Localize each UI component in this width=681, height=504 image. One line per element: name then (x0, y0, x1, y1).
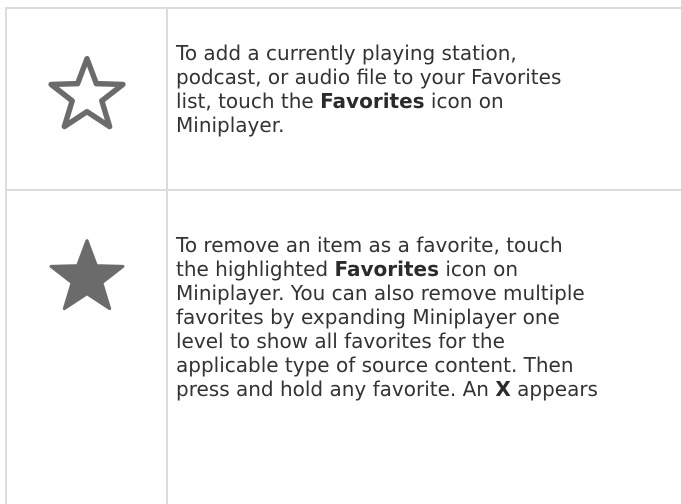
star-filled-icon (49, 239, 125, 311)
text-line: favorites by expanding Miniplayer one (176, 305, 560, 329)
star-outline-icon (48, 55, 126, 130)
icon-cell (7, 191, 167, 504)
text-segment: icon on (424, 89, 504, 113)
table-row: To add a currently playing station, podc… (7, 9, 681, 189)
favorites-table: To add a currently playing station, podc… (0, 0, 681, 504)
favorites-term: Favorites (320, 89, 425, 113)
text-line: podcast, or audio file to your Favorites (176, 65, 562, 89)
description-cell: To remove an item as a favorite, touch t… (176, 233, 681, 401)
text-line: To remove an item as a favorite, touch (176, 233, 563, 257)
text-line: Miniplayer. You can also remove multiple (176, 281, 585, 305)
text-segment: appears (510, 377, 598, 401)
text-line: level to show all favorites for the (176, 329, 505, 353)
text-segment: icon on (438, 257, 519, 281)
text-segment: list, touch the (176, 89, 321, 113)
description-cell: To add a currently playing station, podc… (176, 41, 681, 137)
text-line: Miniplayer. (176, 113, 285, 137)
table-row: To remove an item as a favorite, touch t… (7, 191, 681, 504)
x-term: X (495, 377, 511, 401)
icon-cell (7, 9, 167, 189)
text-segment: press and hold any favorite. An (176, 377, 496, 401)
text-line: press and hold any favorite. An X appear… (176, 377, 681, 401)
text-line: the highlighted Favorites icon on (176, 257, 681, 281)
text-line: list, touch the Favorites icon on (176, 89, 681, 113)
text-line: To add a currently playing station, (176, 41, 517, 65)
favorites-term: Favorites (334, 257, 439, 281)
text-line: applicable type of source content. Then (176, 353, 574, 377)
text-segment: the highlighted (176, 257, 335, 281)
